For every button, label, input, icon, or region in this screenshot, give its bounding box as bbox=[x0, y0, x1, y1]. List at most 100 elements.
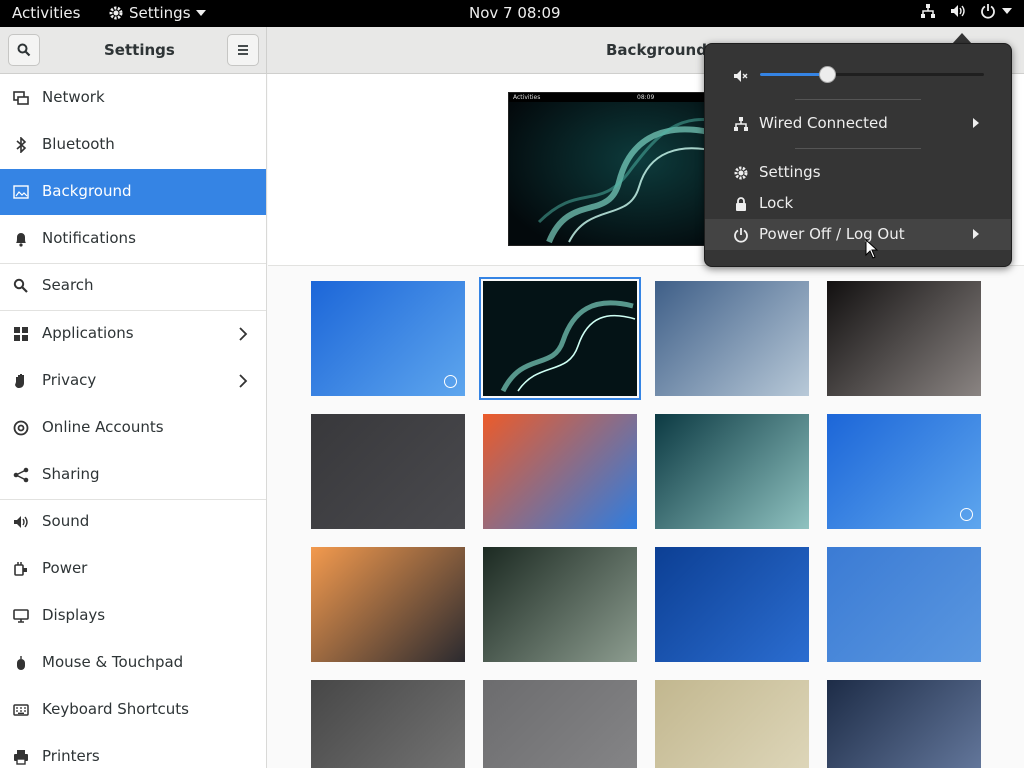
chevron-right-icon bbox=[239, 373, 248, 388]
wired-connected-label: Wired Connected bbox=[759, 114, 888, 132]
wallpaper-thumb-colorful-paint[interactable] bbox=[483, 414, 637, 529]
wallpaper-thumb-dark-leaves[interactable] bbox=[827, 281, 981, 396]
sidebar-item-privacy[interactable]: Privacy bbox=[0, 358, 266, 404]
separator bbox=[795, 148, 921, 149]
activities-button[interactable]: Activities bbox=[12, 4, 80, 22]
system-tray[interactable] bbox=[920, 3, 1012, 19]
preview-clock: 08:09 bbox=[637, 94, 655, 101]
at-icon bbox=[13, 420, 29, 436]
volume-slider[interactable] bbox=[760, 66, 984, 83]
separator bbox=[795, 99, 921, 100]
keyboard-icon bbox=[13, 704, 29, 717]
wallpaper-thumb-blue-geometric[interactable] bbox=[311, 281, 465, 396]
sidebar-item-label: Bluetooth bbox=[42, 135, 115, 154]
sidebar-item-label: Sharing bbox=[42, 464, 100, 483]
sidebar-item-label: Applications bbox=[42, 323, 134, 342]
wallpaper-thumb-navy-shapes[interactable] bbox=[827, 680, 981, 768]
wallpaper-thumb-sunset-sea[interactable] bbox=[311, 547, 465, 662]
top-bar: Activities Settings Nov 7 08:09 bbox=[0, 0, 1024, 27]
sidebar-item-bluetooth[interactable]: Bluetooth bbox=[0, 122, 266, 168]
mouse-cursor-icon bbox=[865, 239, 879, 259]
sidebar-item-search[interactable]: Search bbox=[0, 263, 266, 309]
volume-muted-icon bbox=[734, 70, 748, 82]
power-plug-icon bbox=[14, 562, 27, 576]
sidebar-title: Settings bbox=[104, 41, 175, 59]
sidebar-item-sharing[interactable]: Sharing bbox=[0, 452, 266, 498]
sidebar-item-applications[interactable]: Applications bbox=[0, 311, 266, 357]
sidebar-item-label: Keyboard Shortcuts bbox=[42, 700, 189, 719]
share-icon bbox=[13, 467, 29, 483]
network-icon bbox=[13, 91, 29, 105]
lock-item[interactable]: Lock bbox=[705, 188, 1011, 219]
sidebar-item-label: Notifications bbox=[42, 229, 136, 248]
gear-icon bbox=[734, 166, 748, 180]
volume-row bbox=[705, 59, 1011, 91]
wallpaper-thumb-aerial-forest-snow[interactable] bbox=[655, 281, 809, 396]
lock-label: Lock bbox=[759, 194, 794, 212]
clock[interactable]: Nov 7 08:09 bbox=[469, 4, 561, 22]
sidebar-header: Settings bbox=[0, 27, 267, 73]
printer-icon bbox=[14, 750, 28, 766]
sidebar-item-label: Online Accounts bbox=[42, 417, 164, 436]
preview-wallpaper bbox=[509, 102, 727, 245]
sidebar-item-label: Privacy bbox=[42, 370, 97, 389]
preview-topbar: Activities 08:09 bbox=[509, 93, 727, 102]
app-menu-button[interactable]: Settings bbox=[108, 4, 206, 22]
background-preview: Activities 08:09 bbox=[508, 92, 728, 246]
sidebar-item-mouse-touchpad[interactable]: Mouse & Touchpad bbox=[0, 640, 266, 686]
wallpaper-thumb-beige-lines[interactable] bbox=[655, 680, 809, 768]
settings-item[interactable]: Settings bbox=[705, 157, 1011, 188]
wallpaper-thumb-grey-plain[interactable] bbox=[483, 680, 637, 768]
hand-icon bbox=[15, 373, 24, 388]
sidebar-item-label: Background bbox=[42, 182, 132, 201]
background-icon bbox=[13, 185, 29, 199]
gear-icon bbox=[109, 6, 123, 20]
sidebar-item-label: Search bbox=[42, 276, 94, 295]
sidebar-item-printers[interactable]: Printers bbox=[0, 734, 266, 768]
sidebar-item-notifications[interactable]: Notifications bbox=[0, 216, 266, 262]
menu-button[interactable] bbox=[227, 34, 259, 66]
app-menu-label: Settings bbox=[129, 4, 191, 22]
hamburger-icon bbox=[238, 45, 248, 55]
time-of-day-icon bbox=[960, 508, 973, 521]
sidebar-item-online-accounts[interactable]: Online Accounts bbox=[0, 405, 266, 451]
mouse-icon bbox=[17, 656, 25, 671]
search-icon bbox=[13, 279, 28, 294]
submenu-arrow-icon bbox=[973, 118, 979, 128]
wallpaper-thumb-teal-trees[interactable] bbox=[655, 414, 809, 529]
search-icon bbox=[17, 43, 31, 57]
wired-connected-item[interactable]: Wired Connected bbox=[705, 108, 1011, 139]
submenu-arrow-icon bbox=[973, 229, 979, 239]
sidebar-item-keyboard-shortcuts[interactable]: Keyboard Shortcuts bbox=[0, 687, 266, 733]
sidebar-item-power[interactable]: Power bbox=[0, 546, 266, 592]
sidebar-item-background[interactable]: Background bbox=[0, 169, 266, 216]
wallpaper-thumb-dark-texture[interactable] bbox=[311, 414, 465, 529]
wallpaper-thumb-light-blue[interactable] bbox=[827, 547, 981, 662]
display-icon bbox=[13, 609, 29, 623]
sidebar-item-label: Mouse & Touchpad bbox=[42, 653, 184, 672]
sidebar-item-displays[interactable]: Displays bbox=[0, 593, 266, 639]
wallpaper-thumb-green-smoke[interactable] bbox=[479, 277, 641, 400]
wallpaper-thumb-blue-lines[interactable] bbox=[655, 547, 809, 662]
sidebar-item-network[interactable]: Network bbox=[0, 75, 266, 121]
sidebar-item-label: Printers bbox=[42, 747, 100, 766]
bell-icon bbox=[16, 233, 26, 247]
power-menu-button[interactable] bbox=[980, 3, 1012, 19]
search-button[interactable] bbox=[8, 34, 40, 66]
sidebar-item-label: Power bbox=[42, 559, 88, 577]
preview-activities: Activities bbox=[513, 94, 541, 101]
network-wired-icon bbox=[921, 4, 935, 18]
volume-slider-fill bbox=[760, 73, 828, 76]
volume-icon bbox=[951, 5, 965, 17]
sidebar-item-label: Sound bbox=[42, 511, 90, 530]
volume-slider-knob[interactable] bbox=[819, 66, 837, 83]
page-title: Background bbox=[606, 41, 707, 59]
sidebar-item-sound[interactable]: Sound bbox=[0, 499, 266, 545]
sidebar: Network Bluetooth Background Notifications S… bbox=[0, 74, 267, 768]
wallpaper-thumb-grey-dots[interactable] bbox=[311, 680, 465, 768]
wallpaper-thumb-blue-geometric-2[interactable] bbox=[827, 414, 981, 529]
bluetooth-icon bbox=[16, 137, 27, 154]
network-wired-icon bbox=[734, 117, 748, 131]
power-off-log-out-item[interactable]: Power Off / Log Out bbox=[705, 219, 1011, 250]
wallpaper-thumb-winding-road[interactable] bbox=[483, 547, 637, 662]
